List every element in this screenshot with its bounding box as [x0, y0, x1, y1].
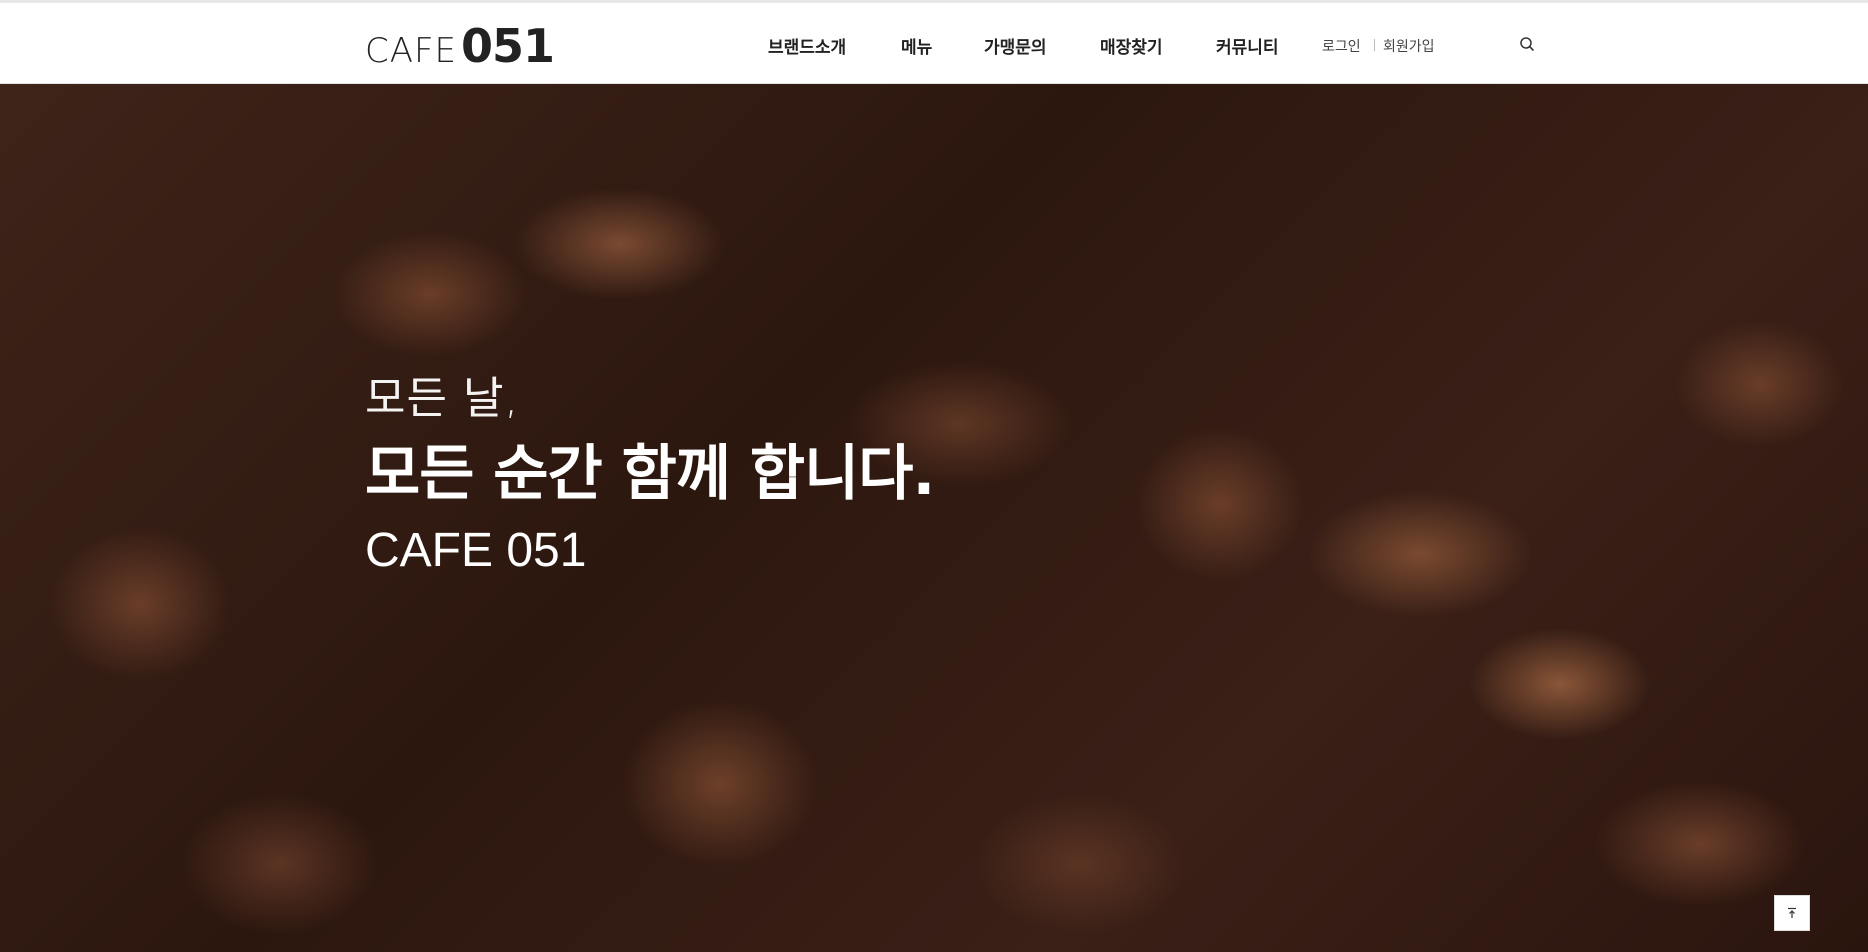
hero-brand: CAFE 051	[365, 524, 587, 577]
hero-banner: 모든 날, 모든 순간 함께 합니다. CAFE 051	[0, 84, 1868, 952]
site-header: CAFE 051 브랜드소개 메뉴 가맹문의 매장찾기 커뮤니티 로그인 회원가…	[0, 3, 1868, 84]
login-link[interactable]: 로그인	[1322, 36, 1361, 56]
hero-subtitle: 모든 날,	[365, 373, 520, 424]
utility-divider	[1374, 39, 1375, 51]
hero-copy: 모든 날, 모든 순간 함께 합니다. CAFE 051	[365, 369, 935, 581]
nav-item-community[interactable]: 커뮤니티	[1216, 33, 1279, 58]
nav-item-brand[interactable]: 브랜드소개	[768, 33, 846, 58]
nav-item-franchise[interactable]: 가맹문의	[984, 33, 1047, 58]
logo-text-light: CAFE	[365, 31, 458, 71]
search-icon	[1520, 37, 1534, 51]
search-button[interactable]	[1518, 36, 1536, 54]
nav-item-menu[interactable]: 메뉴	[901, 33, 932, 58]
hero-title: 모든 순간 함께 합니다.	[365, 439, 935, 509]
arrow-up-to-top-icon	[1788, 907, 1796, 918]
scroll-to-top-button[interactable]	[1774, 895, 1810, 931]
site-logo[interactable]: CAFE 051	[365, 19, 555, 73]
nav-item-store-finder[interactable]: 매장찾기	[1100, 33, 1163, 58]
signup-link[interactable]: 회원가입	[1383, 36, 1435, 56]
logo-text-bold: 051	[461, 19, 555, 73]
